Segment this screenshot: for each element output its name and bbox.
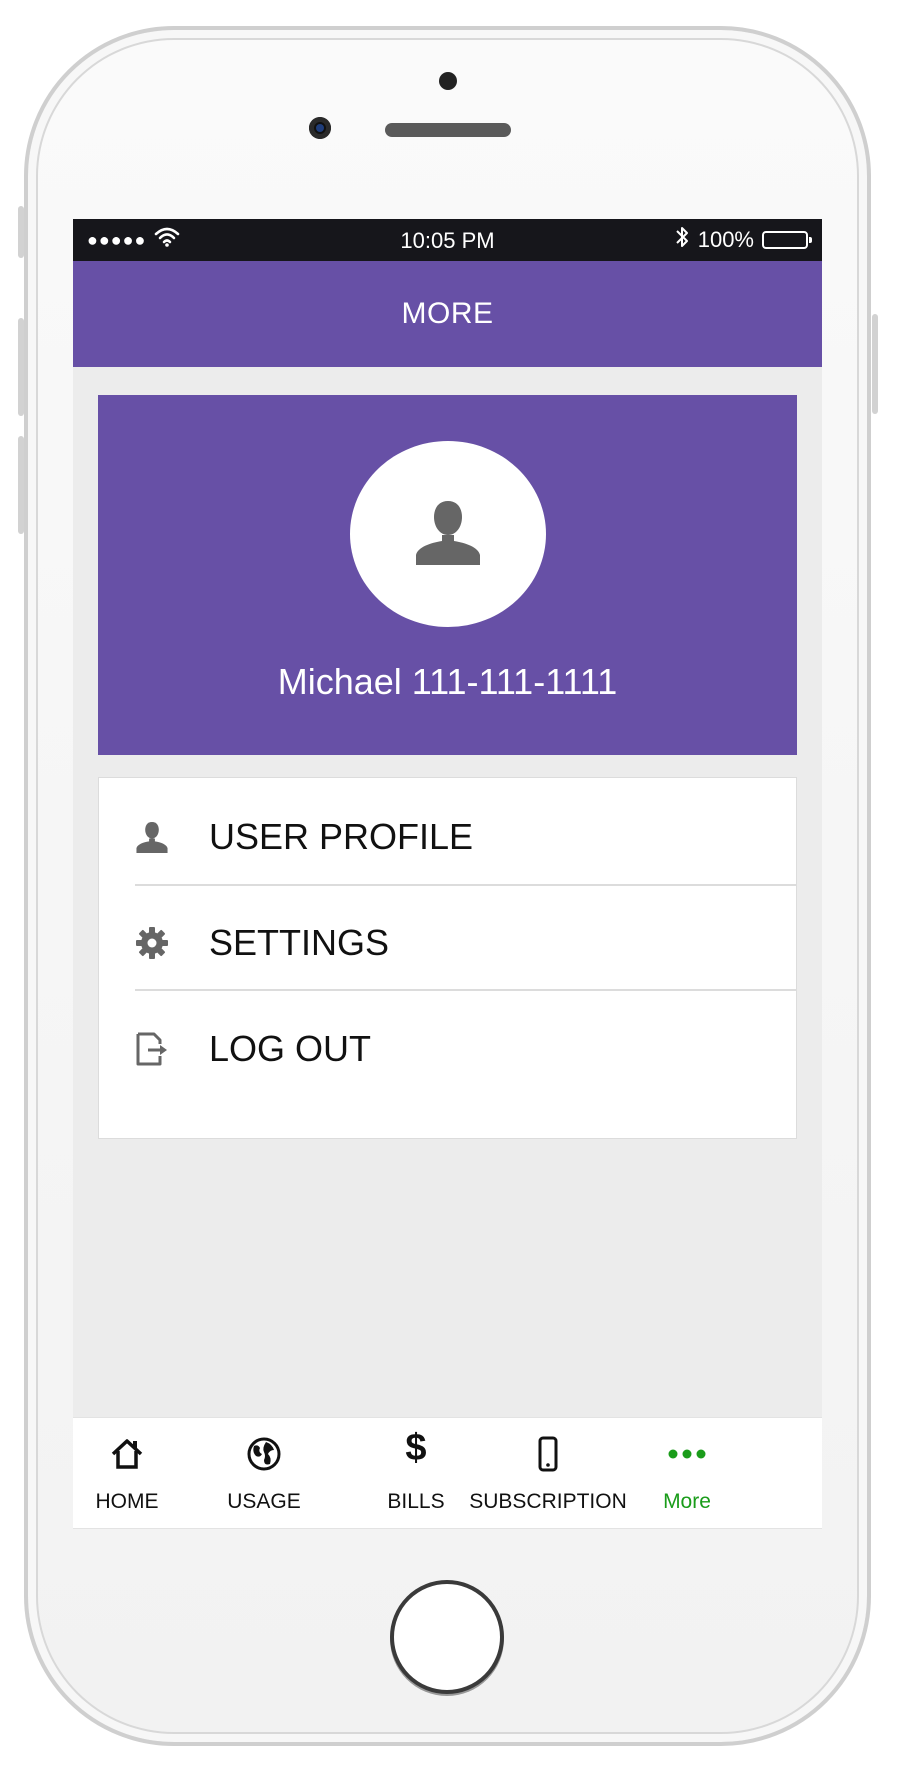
battery-icon <box>762 231 812 249</box>
side-switch <box>18 206 24 258</box>
profile-name: Michael 111-111-1111 <box>277 661 618 702</box>
menu-item-log-out[interactable]: LOG OUT <box>99 990 798 1108</box>
tab-label: BILLS <box>387 1490 445 1513</box>
front-camera <box>309 117 331 139</box>
tab-label: SUBSCRIPTION <box>469 1490 627 1513</box>
gear-icon <box>133 924 171 962</box>
menu-item-label: LOG OUT <box>209 1028 372 1069</box>
earpiece-speaker <box>385 123 511 137</box>
power-button <box>872 314 878 414</box>
home-icon <box>73 1434 181 1474</box>
app-screen: ●●●●● 10:05 PM 100% MORE Michael 111-111… <box>73 219 822 1529</box>
volume-up-button <box>18 318 24 416</box>
more-dots-icon <box>637 1434 737 1474</box>
home-button[interactable] <box>390 1580 504 1694</box>
status-right: 100% <box>674 219 812 261</box>
tab-label: HOME <box>95 1490 159 1513</box>
tab-usage[interactable]: USAGE <box>199 1418 329 1528</box>
volume-down-button <box>18 436 24 534</box>
tab-label: More <box>663 1490 711 1513</box>
front-sensor <box>439 72 457 90</box>
more-menu: USER PROFILE SETTINGS LOG OUT <box>98 777 797 1139</box>
menu-item-label: USER PROFILE <box>209 816 474 857</box>
phone-icon <box>463 1434 633 1474</box>
tab-subscription[interactable]: SUBSCRIPTION <box>463 1418 633 1528</box>
status-bar: ●●●●● 10:05 PM 100% <box>73 219 822 261</box>
tab-label: USAGE <box>227 1490 301 1513</box>
tab-home[interactable]: HOME <box>73 1418 181 1528</box>
bottom-tab-bar: HOME USAGE $ BILLS SUBSCRIPTION More <box>73 1417 822 1529</box>
dollar-icon: $ <box>405 1426 427 1469</box>
page-title: MORE <box>73 261 822 367</box>
bluetooth-icon <box>674 224 690 256</box>
tab-more[interactable]: More <box>637 1418 737 1528</box>
person-icon <box>133 818 171 856</box>
tab-bills[interactable]: $ BILLS <box>361 1418 471 1528</box>
profile-card: Michael 111-111-1111 <box>98 395 797 755</box>
battery-percent: 100% <box>697 227 754 252</box>
menu-item-user-profile[interactable]: USER PROFILE <box>99 778 798 896</box>
menu-item-label: SETTINGS <box>209 922 390 963</box>
avatar[interactable] <box>350 441 546 627</box>
logout-icon <box>133 1030 171 1068</box>
globe-icon <box>199 1434 329 1474</box>
person-icon <box>412 497 484 572</box>
menu-item-settings[interactable]: SETTINGS <box>99 884 798 1002</box>
